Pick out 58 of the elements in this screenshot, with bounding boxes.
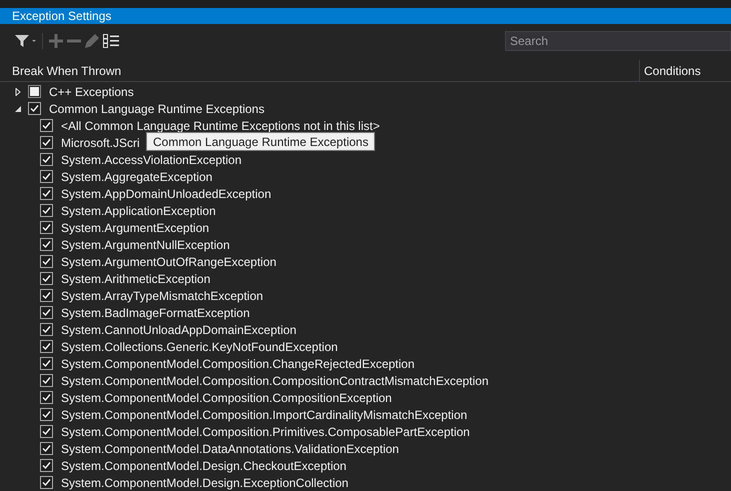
tree-item[interactable]: System.AppDomainUnloadedException bbox=[61, 184, 272, 202]
collapse-arrow-icon[interactable] bbox=[14, 104, 22, 112]
checkbox[interactable] bbox=[40, 323, 53, 336]
checkbox[interactable] bbox=[40, 306, 53, 319]
checkbox[interactable] bbox=[40, 459, 53, 472]
tree-item[interactable]: System.ComponentModel.Composition.Primitives.ComposablePartException bbox=[61, 422, 470, 440]
tree-item[interactable]: System.ComponentModel.Composition.CompositionException bbox=[61, 388, 392, 406]
tree-item[interactable]: System.ComponentModel.Composition.ChangeRejectedException bbox=[61, 354, 415, 372]
checkbox[interactable] bbox=[40, 357, 53, 370]
checkbox[interactable] bbox=[40, 187, 53, 200]
tree-item[interactable]: System.ArrayTypeMismatchException bbox=[61, 286, 264, 304]
search-field[interactable]: Search bbox=[505, 31, 731, 51]
expand-arrow-icon[interactable] bbox=[14, 88, 22, 96]
tree-item[interactable]: System.BadImageFormatException bbox=[61, 304, 250, 322]
tree-item[interactable]: System.ApplicationException bbox=[61, 202, 216, 220]
tree-item[interactable]: System.AccessViolationException bbox=[61, 150, 242, 168]
column-header[interactable]: Conditions bbox=[640, 60, 731, 81]
tree-item[interactable]: C++ Exceptions bbox=[49, 82, 134, 100]
tree-item[interactable]: System.AggregateException bbox=[61, 168, 212, 186]
checkbox[interactable] bbox=[40, 255, 53, 268]
checklist-icon[interactable] bbox=[103, 34, 119, 48]
add-icon[interactable] bbox=[49, 34, 63, 48]
checkbox[interactable] bbox=[40, 221, 53, 234]
tree-item[interactable]: Common Language Runtime Exceptions bbox=[49, 100, 264, 118]
checkbox[interactable] bbox=[40, 204, 53, 217]
checkbox[interactable] bbox=[40, 272, 53, 285]
filter-icon[interactable] bbox=[14, 34, 36, 48]
checkbox[interactable] bbox=[40, 374, 53, 387]
tree-item[interactable]: System.CannotUnloadAppDomainException bbox=[61, 320, 296, 338]
tree-item[interactable]: System.ArgumentException bbox=[61, 218, 210, 236]
checkbox[interactable] bbox=[40, 340, 53, 353]
checkbox[interactable] bbox=[40, 391, 53, 404]
tree-item[interactable]: System.ComponentModel.Design.CheckoutException bbox=[61, 456, 346, 474]
checkbox[interactable] bbox=[40, 476, 53, 489]
tree-item[interactable]: System.ComponentModel.Composition.CompositionContractMismatchException bbox=[61, 372, 489, 390]
checkbox[interactable] bbox=[40, 289, 53, 302]
tree-item[interactable]: System.Collections.Generic.KeyNotFoundException bbox=[61, 338, 338, 356]
tree-item[interactable]: System.ComponentModel.Composition.ImportCardinalityMismatchException bbox=[61, 406, 468, 424]
checkbox[interactable] bbox=[40, 153, 53, 166]
checkbox[interactable] bbox=[40, 238, 53, 251]
checkbox[interactable] bbox=[40, 119, 53, 132]
column-header[interactable]: Break When Thrown bbox=[0, 60, 640, 81]
checkbox[interactable] bbox=[28, 102, 41, 115]
tooltip: Common Language Runtime Exceptions bbox=[146, 132, 376, 151]
tree-item[interactable]: System.ComponentModel.Design.ExceptionCollection bbox=[61, 474, 348, 491]
tree-item[interactable]: System.ArgumentOutOfRangeException bbox=[61, 252, 276, 270]
window-title: Exception Settings bbox=[12, 10, 112, 22]
tree-item[interactable]: Microsoft.JScri bbox=[61, 134, 140, 152]
checkbox[interactable] bbox=[40, 170, 53, 183]
tree-item[interactable]: <All Common Language Runtime Exceptions not in this list> bbox=[61, 116, 380, 134]
tree-item[interactable]: System.ComponentModel.DataAnnotations.ValidationException bbox=[61, 440, 399, 458]
checkbox[interactable] bbox=[40, 408, 53, 421]
tree-item[interactable]: System.ArithmeticException bbox=[61, 270, 210, 288]
tree-item[interactable]: System.ArgumentNullException bbox=[61, 236, 230, 254]
checkbox[interactable] bbox=[40, 442, 53, 455]
checkbox[interactable] bbox=[40, 425, 53, 438]
checkbox[interactable] bbox=[40, 136, 53, 149]
pencil-icon[interactable] bbox=[85, 34, 99, 48]
